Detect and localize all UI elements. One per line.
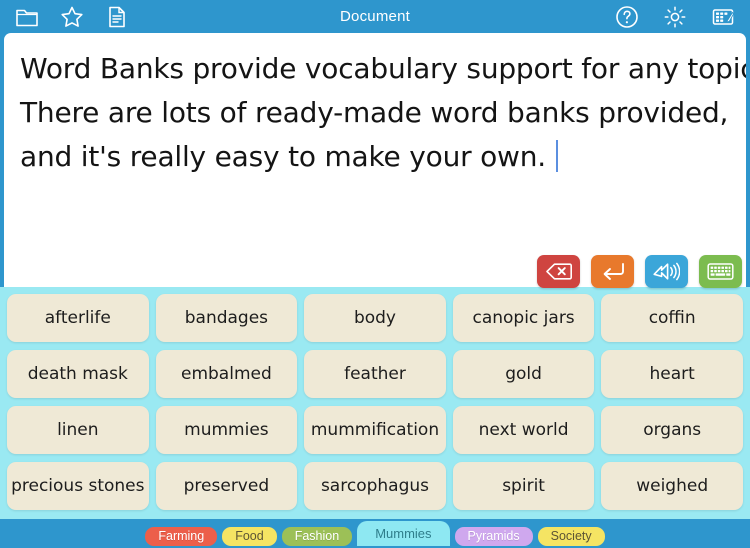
document-line-2: There are lots of ready-made word banks … xyxy=(20,96,729,129)
category-bar: Farming Food Fashion Mummies Pyramids So… xyxy=(0,519,750,548)
word-card[interactable]: heart xyxy=(601,350,743,398)
word-card[interactable]: mummification xyxy=(304,406,446,454)
word-card[interactable]: gold xyxy=(452,350,595,398)
word-bank-panel: afterlife bandages body canopic jars cof… xyxy=(0,287,750,519)
enter-arrow-icon xyxy=(603,263,624,280)
word-card[interactable]: preserved xyxy=(155,462,298,510)
folder-icon[interactable] xyxy=(14,4,40,30)
document-icon[interactable] xyxy=(104,4,130,30)
word-card[interactable]: bandages xyxy=(155,294,298,342)
backspace-icon xyxy=(545,263,572,280)
action-button-group xyxy=(537,255,742,288)
category-tab-mummies[interactable]: Mummies xyxy=(357,521,450,546)
document-line-3-wrap: and it's really easy to make your own. xyxy=(20,135,730,179)
word-card[interactable]: coffin xyxy=(601,294,743,342)
word-card[interactable]: mummies xyxy=(155,406,298,454)
document-canvas[interactable]: Word Banks provide vocabulary support fo… xyxy=(4,33,746,289)
word-card[interactable]: afterlife xyxy=(7,294,149,342)
toolbar-left-group xyxy=(14,0,130,34)
delete-button[interactable] xyxy=(537,255,580,288)
word-card[interactable]: canopic jars xyxy=(452,294,595,342)
star-icon[interactable] xyxy=(59,4,85,30)
word-bank-row: linen mummies mummification next world o… xyxy=(7,406,743,454)
word-bank-row: death mask embalmed feather gold heart xyxy=(7,350,743,398)
category-tab-food[interactable]: Food xyxy=(222,527,277,546)
category-tab-list: Farming Food Fashion Mummies Pyramids So… xyxy=(0,519,750,548)
word-card[interactable]: sarcophagus xyxy=(304,462,446,510)
word-card[interactable]: precious stones xyxy=(7,462,149,510)
category-tab-farming[interactable]: Farming xyxy=(145,527,218,546)
speaker-icon xyxy=(653,262,680,281)
edit-grid-icon[interactable] xyxy=(710,4,736,30)
category-tab-society[interactable]: Society xyxy=(537,527,605,546)
word-card[interactable]: weighed xyxy=(601,462,743,510)
word-card[interactable]: spirit xyxy=(452,462,595,510)
word-card[interactable]: embalmed xyxy=(155,350,298,398)
word-card[interactable]: body xyxy=(304,294,446,342)
help-icon[interactable] xyxy=(614,4,640,30)
word-card[interactable]: organs xyxy=(601,406,743,454)
keyboard-button[interactable] xyxy=(699,255,742,288)
toolbar-right-group xyxy=(614,0,736,34)
speak-button[interactable] xyxy=(645,255,688,288)
top-toolbar: Document xyxy=(0,0,750,34)
word-bank-row: precious stones preserved sarcophagus sp… xyxy=(7,462,743,510)
category-tab-pyramids[interactable]: Pyramids xyxy=(454,527,533,546)
word-bank-row: afterlife bandages body canopic jars cof… xyxy=(7,294,743,342)
word-card[interactable]: linen xyxy=(7,406,149,454)
word-card[interactable]: death mask xyxy=(7,350,149,398)
word-bank-app: Document Word Banks provide vocabulary s… xyxy=(0,0,750,548)
keyboard-icon xyxy=(707,263,734,280)
document-line-3: and it's really easy to make your own. xyxy=(20,140,546,173)
word-card[interactable]: feather xyxy=(304,350,446,398)
gear-icon[interactable] xyxy=(662,4,688,30)
category-tab-fashion[interactable]: Fashion xyxy=(281,527,353,546)
word-card[interactable]: next world xyxy=(452,406,595,454)
enter-button[interactable] xyxy=(591,255,634,288)
text-caret xyxy=(556,140,558,172)
document-line-1: Word Banks provide vocabulary support fo… xyxy=(20,52,746,85)
